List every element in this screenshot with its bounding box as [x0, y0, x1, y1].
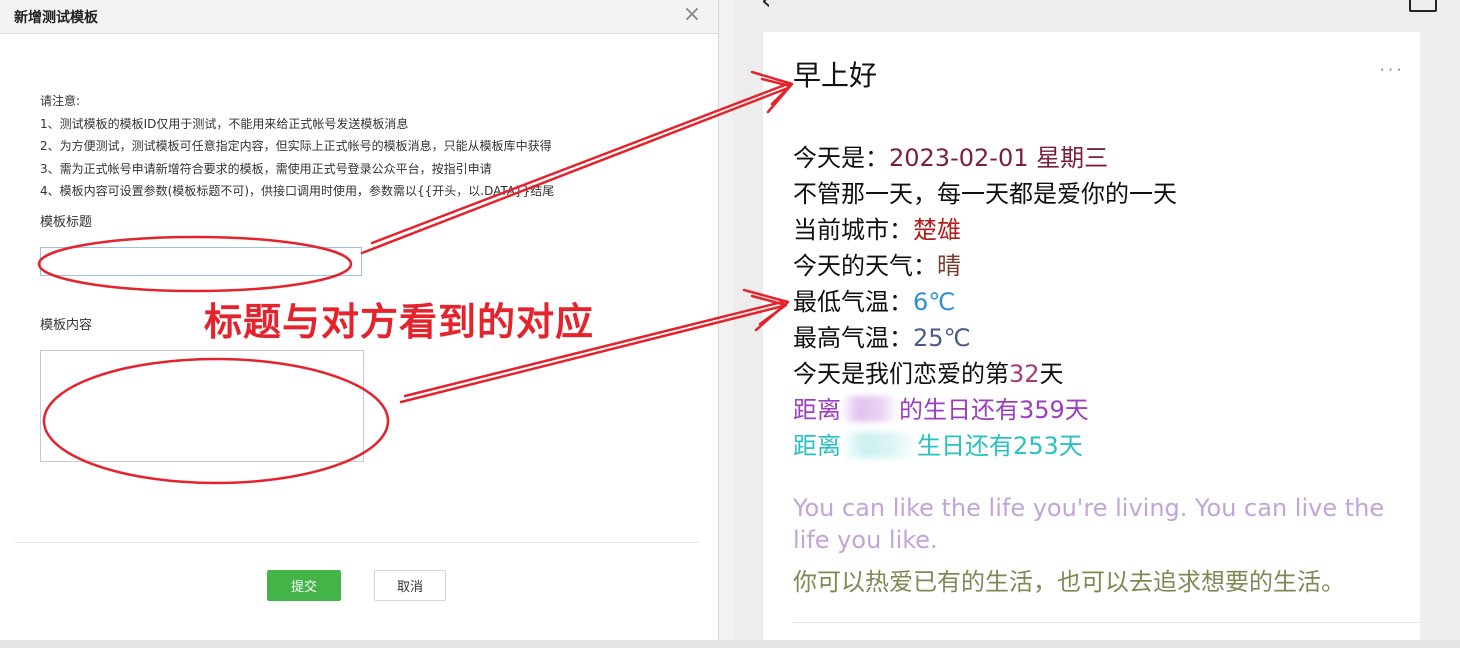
low-temp-prefix: 最低气温：	[793, 288, 913, 316]
back-arrow-icon[interactable]: ‹	[761, 0, 771, 14]
weather-prefix: 今天的天气：	[793, 252, 937, 280]
days-value: 32	[1009, 360, 1040, 388]
weather-line: 今天的天气：晴	[793, 248, 1177, 284]
city-value: 楚雄	[913, 216, 961, 244]
card-divider	[793, 622, 1419, 623]
notice-line-1: 1、测试模板的模板ID仅用于测试，不能用来给正式帐号发送模板消息	[40, 116, 409, 131]
phone-topbar: ‹	[733, 0, 1460, 14]
blurred-name	[841, 396, 899, 422]
birthday-line-2: 距离 生日还有253天	[793, 428, 1177, 464]
city-prefix: 当前城市：	[793, 216, 913, 244]
phone-message-panel: ‹ 早上好 ··· 今天是：2023-02-01 星期三 不管那一天，每一天都是…	[733, 0, 1460, 648]
birthday-2-suffix: 生日还有253天	[917, 432, 1083, 460]
window-icon[interactable]	[1409, 0, 1437, 12]
notice-line-2: 2、为方便测试，测试模板可任意指定内容，但实际上正式帐号的模板消息，只能从模板库…	[40, 139, 552, 153]
city-line: 当前城市：楚雄	[793, 212, 1177, 248]
quote-chinese: 你可以热爱已有的生活，也可以去追求想要的生活。	[793, 568, 1345, 596]
template-content-textarea[interactable]	[40, 350, 364, 462]
annotation-caption: 标题与对方看到的对应	[204, 300, 595, 344]
more-options-icon[interactable]: ···	[1379, 58, 1404, 82]
footer-divider	[15, 542, 699, 543]
notice-block: 请注意: 1、测试模板的模板ID仅用于测试，不能用来给正式帐号发送模板消息 2、…	[40, 90, 554, 203]
low-temp-line: 最低气温：6℃	[793, 284, 1177, 320]
birthday-line-1: 距离 的生日还有359天	[793, 392, 1177, 428]
date-line: 今天是：2023-02-01 星期三	[793, 140, 1177, 176]
bottom-strip	[0, 640, 1460, 648]
template-title-input[interactable]	[40, 247, 362, 276]
dialog-header: 新增测试模板 ×	[0, 0, 718, 34]
notice-heading: 请注意:	[40, 94, 81, 108]
days-suffix: 天	[1039, 360, 1064, 388]
birthday-2-prefix: 距离	[793, 432, 841, 460]
blurred-name	[841, 432, 917, 458]
dialog-title: 新增测试模板	[14, 10, 98, 26]
notice-line-4: 4、模板内容可设置参数(模板标题不可)，供接口调用时使用，参数需以{{开头，以.…	[40, 184, 555, 198]
template-title-label: 模板标题	[40, 215, 93, 230]
notice-line-3: 3、需为正式帐号申请新增符合要求的模板，需使用正式号登录公众平台，按指引申请	[40, 161, 492, 176]
high-temp-prefix: 最高气温：	[793, 324, 913, 352]
birthday-1-suffix: 的生日还有359天	[899, 396, 1089, 424]
birthday-1-prefix: 距离	[793, 396, 841, 424]
quote-english: You can like the life you're living. You…	[793, 494, 1385, 554]
close-icon[interactable]: ×	[681, 3, 703, 27]
cancel-button[interactable]: 取消	[374, 570, 446, 601]
template-message-card: 早上好 ··· 今天是：2023-02-01 星期三 不管那一天，每一天都是爱你…	[763, 32, 1420, 648]
days-together-line: 今天是我们恋爱的第32天	[793, 356, 1177, 392]
date-prefix: 今天是：	[793, 144, 889, 172]
panel-gap	[719, 0, 733, 648]
high-temp-line: 最高气温：25℃	[793, 320, 1177, 356]
template-content-label: 模板内容	[40, 318, 93, 333]
date-value: 2023-02-01 星期三	[889, 144, 1109, 172]
message-body: 今天是：2023-02-01 星期三 不管那一天，每一天都是爱你的一天 当前城市…	[793, 140, 1177, 464]
low-temp-value: 6℃	[913, 288, 956, 316]
high-temp-value: 25℃	[913, 324, 971, 352]
submit-button[interactable]: 提交	[267, 570, 341, 601]
message-heading: 早上好	[793, 59, 878, 92]
weather-value: 晴	[937, 252, 961, 280]
days-prefix: 今天是我们恋爱的第	[793, 360, 1009, 388]
love-line: 不管那一天，每一天都是爱你的一天	[793, 180, 1177, 208]
